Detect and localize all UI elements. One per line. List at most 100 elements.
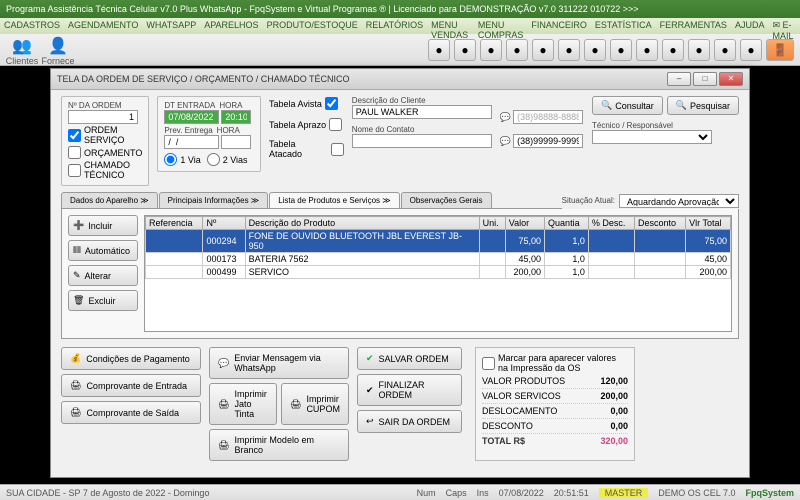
app-title: Programa Assistência Técnica Celular v7.… [6,4,639,14]
table-row[interactable]: 000173BATERIA 756245,001,045,00 [146,253,731,266]
menu-item[interactable]: PRODUTO/ESTOQUE [267,20,358,32]
whatsapp-icon: 💬 [218,358,229,369]
tool-btn[interactable]: ● [688,39,710,61]
status-location: SUA CIDADE - SP 7 de Agosto de 2022 - Do… [6,488,209,498]
finalizar-button[interactable]: ✔FINALIZAR ORDEM [357,374,462,406]
dialog-titlebar: TELA DA ORDEM DE SERVIÇO / ORÇAMENTO / C… [51,69,749,90]
contato-input[interactable] [352,134,492,148]
whatsapp-icon[interactable]: 💬 [500,136,511,147]
order-no-input[interactable] [68,110,138,124]
exit-icon: ↩ [366,416,374,427]
order-dialog: TELA DA ORDEM DE SERVIÇO / ORÇAMENTO / C… [50,68,750,478]
tool-btn[interactable]: ● [532,39,554,61]
tel2-input[interactable] [513,134,583,148]
sair-button[interactable]: ↩SAIR DA ORDEM [357,410,462,433]
tecnico-select[interactable] [592,130,712,144]
hora-input[interactable] [221,110,251,124]
menu-item[interactable]: AJUDA [735,20,765,32]
tool-btn[interactable]: ● [558,39,580,61]
menu-email[interactable]: ✉ E-MAIL [772,20,796,32]
menu-item[interactable]: MENU VENDAS [431,20,470,32]
print-icon: 🖨 [218,399,229,410]
table-row[interactable]: 000499SERVICO200,001,0200,00 [146,266,731,279]
menu-item[interactable]: MENU COMPRAS [478,20,524,32]
menu-item[interactable]: FERRAMENTAS [660,20,727,32]
people-icon: 👥 [12,36,32,56]
comprovante-entrada-button[interactable]: 🖨Comprovante de Entrada [61,374,201,397]
tool-btn[interactable]: ● [428,39,450,61]
print-icon: 🖨 [218,440,229,451]
cupom-button[interactable]: 🖨Imprimir CUPOM [281,383,349,425]
auto-button[interactable]: ⦀⦀Automático [68,240,138,261]
menu-item[interactable]: APARELHOS [204,20,258,32]
branco-button[interactable]: 🖨Imprimir Modelo em Branco [209,429,349,461]
menu-item[interactable]: AGENDAMENTO [68,20,138,32]
check-icon: ✔ [366,353,374,364]
tool-btn[interactable]: ● [740,39,762,61]
tool-btn[interactable]: ● [506,39,528,61]
tab-produtos[interactable]: Lista de Produtos e Serviços ≫ [269,192,399,208]
tool-btn[interactable]: ● [584,39,606,61]
tool-btn[interactable]: ● [610,39,632,61]
via2-radio[interactable] [207,153,220,166]
tool-btn[interactable]: ● [480,39,502,61]
tool-btn[interactable]: ● [714,39,736,61]
situacao-select[interactable]: Aguardando Aprovação [619,194,739,208]
check-icon: ✔ [366,385,374,396]
close-button[interactable]: ✕ [719,72,743,86]
tabela-atacado-check[interactable] [331,143,344,156]
whatsapp-icon[interactable]: 💬 [500,112,511,123]
condicoes-button[interactable]: 💰Condições de Pagamento [61,347,201,370]
tel1-input[interactable] [513,110,583,124]
dialog-title: TELA DA ORDEM DE SERVIÇO / ORÇAMENTO / C… [57,74,350,84]
tab-aparelho[interactable]: Dados do Aparelho ≫ [61,192,158,208]
workarea: TELA DA ORDEM DE SERVIÇO / ORÇAMENTO / C… [0,66,800,484]
clientes-button[interactable]: 👥Clientes [6,36,38,64]
cliente-input[interactable] [352,105,492,119]
via1-radio[interactable] [164,153,177,166]
consultar-button[interactable]: 🔍Consultar [592,96,663,115]
money-icon: 💰 [70,353,81,364]
marcar-check[interactable] [482,357,495,370]
tool-btn[interactable]: ● [454,39,476,61]
jato-button[interactable]: 🖨Imprimir Jato Tinta [209,383,277,425]
salvar-button[interactable]: ✔SALVAR ORDEM [357,347,462,370]
menu-item[interactable]: WHATSAPP [146,20,196,32]
plus-icon: ➕ [73,220,84,231]
tool-btn[interactable]: ● [636,39,658,61]
statusbar: SUA CIDADE - SP 7 de Agosto de 2022 - Do… [0,484,800,500]
print-icon: 🖨 [70,380,81,391]
maximize-button[interactable]: □ [693,72,717,86]
delete-icon: 🗑 [73,295,84,306]
brand-label: FpqSystem [745,488,794,498]
orcamento-check[interactable] [68,146,81,159]
tool-btn[interactable]: ● [662,39,684,61]
products-grid[interactable]: Referencia Nº Descrição do Produto Uni. … [144,215,732,332]
menu-item[interactable]: FINANCEIRO [531,20,587,32]
tab-obs[interactable]: Observações Gerais [401,192,492,208]
pesquisar-button[interactable]: 🔍Pesquisar [667,96,739,115]
minimize-button[interactable]: – [667,72,691,86]
main-toolbar: 👥Clientes 👤Fornece ● ● ● ● ● ● ● ● ● ● ●… [0,34,800,66]
comprovante-saida-button[interactable]: 🖨Comprovante de Saída [61,401,201,424]
total-value: 320,00 [600,436,628,446]
ordem-servico-check[interactable] [68,129,81,142]
print-icon: 🖨 [70,407,81,418]
fornecedores-button[interactable]: 👤Fornece [42,36,74,64]
excluir-button[interactable]: 🗑Excluir [68,290,138,311]
date-input[interactable] [164,110,219,124]
tab-info[interactable]: Principais Informações ≫ [159,192,269,208]
menu-item[interactable]: RELATÓRIOS [366,20,423,32]
chamado-check[interactable] [68,164,81,177]
alterar-button[interactable]: ✎Alterar [68,265,138,286]
menu-item[interactable]: ESTATÍSTICA [595,20,652,32]
whatsapp-button[interactable]: 💬Enviar Mensagem via WhatsApp [209,347,349,379]
table-row[interactable]: 000294FONE DE OUVIDO BLUETOOTH JBL EVERE… [146,230,731,253]
menu-item[interactable]: CADASTROS [4,20,60,32]
prev-input[interactable] [164,135,219,149]
incluir-button[interactable]: ➕Incluir [68,215,138,236]
tabela-aprazo-check[interactable] [329,118,342,131]
hora2-input[interactable] [221,135,251,149]
tabela-avista-check[interactable] [325,97,338,110]
exit-button[interactable]: 🚪 [766,39,794,61]
